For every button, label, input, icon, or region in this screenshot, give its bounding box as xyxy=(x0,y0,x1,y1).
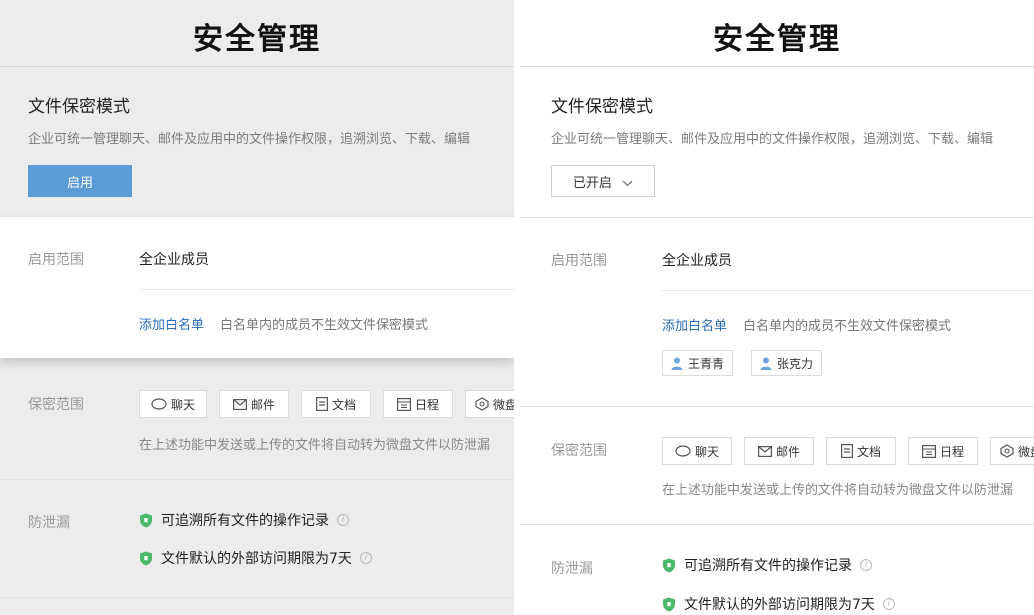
shield-icon xyxy=(663,558,675,572)
page-title: 安全管理 xyxy=(193,22,321,57)
secrecy-chip-mail[interactable]: 邮件 xyxy=(219,390,289,418)
document-icon xyxy=(315,397,328,411)
calendar-icon xyxy=(921,444,936,458)
leakproof-feature: 文件默认的外部访问期限为7天 i xyxy=(139,548,372,568)
title-divider xyxy=(0,66,514,67)
user-icon xyxy=(760,357,772,370)
user-icon xyxy=(671,357,683,370)
right-panel: 安全管理 文件保密模式 企业可统一管理聊天、邮件及应用中的文件操作权限，追溯浏览… xyxy=(520,0,1034,615)
whitelist-user-chip[interactable]: 张克力 xyxy=(751,350,823,376)
whitelist-note: 白名单内的成员不生效文件保密模式 xyxy=(220,318,429,333)
scope-value[interactable]: 全企业成员 xyxy=(662,250,732,270)
section-divider xyxy=(520,406,1034,407)
status-dropdown-value: 已开启 xyxy=(572,175,612,191)
enable-button[interactable]: 启用 xyxy=(28,165,132,197)
secrecy-chip-drive[interactable]: 微盘 xyxy=(990,437,1034,465)
left-panel: 安全管理 文件保密模式 企业可统一管理聊天、邮件及应用中的文件操作权限，追溯浏览… xyxy=(0,0,514,615)
whitelist-note: 白名单内的成员不生效文件保密模式 xyxy=(743,319,952,334)
secrecy-note: 在上述功能中发送或上传的文件将自动转为微盘文件以防泄漏 xyxy=(662,483,1014,498)
secrecy-note: 在上述功能中发送或上传的文件将自动转为微盘文件以防泄漏 xyxy=(139,438,491,453)
scope-divider xyxy=(139,289,514,290)
info-icon[interactable]: i xyxy=(882,598,895,610)
scope-label: 启用范围 xyxy=(28,252,84,268)
add-whitelist-link[interactable]: 添加白名单 xyxy=(662,315,727,334)
status-dropdown[interactable]: 已开启 xyxy=(551,165,655,197)
file-mode-description: 企业可统一管理聊天、邮件及应用中的文件操作权限，追溯浏览、下载、编辑 xyxy=(551,132,994,147)
add-whitelist-link[interactable]: 添加白名单 xyxy=(139,314,204,333)
section-divider xyxy=(0,597,514,598)
chevron-down-icon xyxy=(622,180,633,186)
chat-icon xyxy=(151,398,167,410)
file-mode-description: 企业可统一管理聊天、邮件及应用中的文件操作权限，追溯浏览、下载、编辑 xyxy=(28,132,471,147)
leakproof-feature: 可追溯所有文件的操作记录 i xyxy=(662,555,872,575)
secrecy-chip-calendar[interactable]: 日程 xyxy=(908,437,978,465)
chat-icon xyxy=(675,445,691,457)
leakproof-label: 防泄漏 xyxy=(551,561,593,577)
mail-icon xyxy=(757,445,772,457)
secrecy-chip-doc[interactable]: 文档 xyxy=(301,390,371,418)
shield-icon xyxy=(140,513,152,527)
scope-label: 启用范围 xyxy=(551,253,607,269)
scope-value[interactable]: 全企业成员 xyxy=(139,249,209,269)
info-icon[interactable]: i xyxy=(860,559,872,571)
secrecy-chip-calendar[interactable]: 日程 xyxy=(383,390,453,418)
shield-icon xyxy=(663,597,675,611)
secrecy-chip-chat[interactable]: 聊天 xyxy=(662,437,732,465)
secrecy-chip-mail[interactable]: 邮件 xyxy=(744,437,814,465)
secrecy-chip-doc[interactable]: 文档 xyxy=(826,437,896,465)
info-icon[interactable]: i xyxy=(359,552,372,564)
page-title: 安全管理 xyxy=(713,22,841,57)
leakproof-label: 防泄漏 xyxy=(28,515,70,531)
secrecy-label: 保密范围 xyxy=(551,443,607,459)
title-divider xyxy=(520,66,1034,67)
document-icon xyxy=(840,444,853,458)
drive-icon xyxy=(475,397,489,411)
info-icon[interactable]: i xyxy=(337,514,349,526)
shield-icon xyxy=(140,551,152,565)
secrecy-label: 保密范围 xyxy=(28,397,84,413)
whitelist-user-chip[interactable]: 王青青 xyxy=(662,350,734,376)
scope-card: 启用范围 全企业成员 添加白名单 白名单内的成员不生效文件保密模式 xyxy=(0,217,514,358)
section-divider xyxy=(0,479,514,480)
calendar-icon xyxy=(396,397,411,411)
leakproof-feature: 文件默认的外部访问期限为7天 i xyxy=(662,594,895,614)
mail-icon xyxy=(232,398,247,410)
leakproof-feature: 可追溯所有文件的操作记录 i xyxy=(139,510,349,530)
file-mode-title: 文件保密模式 xyxy=(28,97,130,117)
secrecy-chip-chat[interactable]: 聊天 xyxy=(139,390,207,418)
section-divider xyxy=(520,524,1034,525)
scope-divider xyxy=(662,290,1034,291)
drive-icon xyxy=(1000,444,1014,458)
file-mode-title: 文件保密模式 xyxy=(551,97,653,117)
secrecy-chip-drive[interactable]: 微盘 xyxy=(465,390,514,418)
section-divider xyxy=(520,217,1034,218)
